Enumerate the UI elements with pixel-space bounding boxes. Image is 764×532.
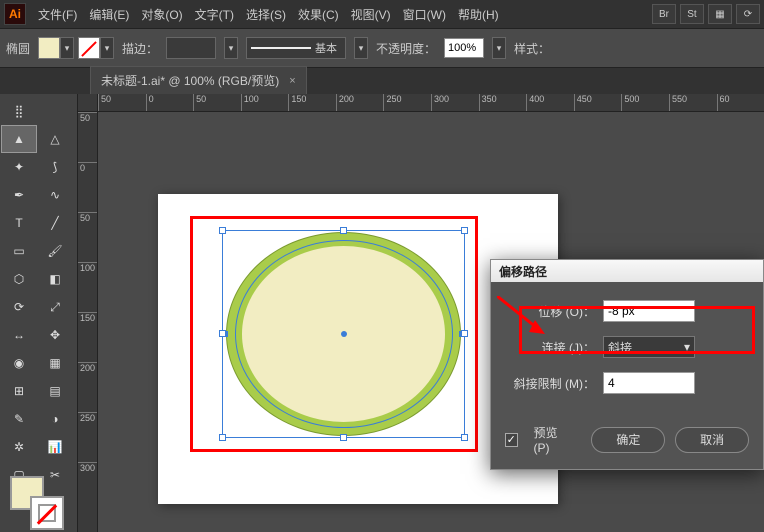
menu-window[interactable]: 窗口(W) xyxy=(397,2,452,27)
miter-input[interactable] xyxy=(603,372,695,394)
document-tab[interactable]: 未标题-1.ai* @ 100% (RGB/预览) × xyxy=(90,66,307,94)
magic-wand-tool[interactable]: ✦ xyxy=(2,154,36,180)
width-tool[interactable]: ↔ xyxy=(2,322,36,348)
chevron-down-icon: ▾ xyxy=(684,340,690,354)
preview-label: 预览 (P) xyxy=(534,424,572,455)
perspective-tool[interactable]: ▦ xyxy=(38,350,72,376)
join-label: 连接 (J)： xyxy=(505,339,595,356)
color-pickers[interactable] xyxy=(10,476,64,530)
menu-help[interactable]: 帮助(H) xyxy=(452,2,505,27)
menu-edit[interactable]: 编辑(E) xyxy=(83,2,135,27)
menu-select[interactable]: 选择(S) xyxy=(240,2,292,27)
shape-name-label: 椭圆 xyxy=(6,40,30,57)
scale-tool[interactable]: ⤢ xyxy=(38,294,72,320)
stock-button[interactable]: St xyxy=(680,4,704,24)
mesh-tool[interactable]: ⊞ xyxy=(2,378,36,404)
menu-object[interactable]: 对象(O) xyxy=(135,2,188,27)
bridge-button[interactable]: Br xyxy=(652,4,676,24)
pen-tool[interactable]: ✒ xyxy=(2,182,36,208)
stroke-weight-dropdown[interactable]: ▾ xyxy=(224,37,238,59)
shape-builder-tool[interactable]: ◉ xyxy=(2,350,36,376)
ok-button[interactable]: 确定 xyxy=(591,427,665,453)
ruler-vertical[interactable]: 50050100150200250300 xyxy=(78,112,98,532)
offset-input[interactable] xyxy=(603,300,695,322)
stroke-profile-dropdown[interactable]: ▾ xyxy=(354,37,368,59)
free-transform-tool[interactable]: ✥ xyxy=(38,322,72,348)
eraser-tool[interactable]: ◧ xyxy=(38,266,72,292)
selection-bounding-box xyxy=(222,230,465,438)
menu-view[interactable]: 视图(V) xyxy=(345,2,397,27)
offset-label: 位移 (O)： xyxy=(505,303,595,320)
fill-dropdown[interactable]: ▾ xyxy=(60,37,74,59)
stroke-label: 描边： xyxy=(122,40,158,57)
handle-ml[interactable] xyxy=(219,330,226,337)
symbol-sprayer-tool[interactable]: ✲ xyxy=(2,434,36,460)
blend-tool[interactable]: ◑ xyxy=(38,406,72,432)
stroke-weight-input[interactable] xyxy=(166,37,216,59)
control-bar: 椭圆 ▾ ▾ 描边： ▾ 基本 ▾ 不透明度： ▾ 样式： xyxy=(0,28,764,68)
handle-bm[interactable] xyxy=(340,434,347,441)
join-select[interactable]: 斜接▾ xyxy=(603,336,695,358)
stroke-dropdown[interactable]: ▾ xyxy=(100,37,114,59)
opacity-dropdown[interactable]: ▾ xyxy=(492,37,506,59)
selection-tool[interactable]: ▲ xyxy=(2,126,36,152)
type-tool[interactable]: T xyxy=(2,210,36,236)
opacity-label: 不透明度： xyxy=(376,40,436,57)
fill-swatch[interactable] xyxy=(38,37,60,59)
stroke-swatch[interactable] xyxy=(78,37,100,59)
tools-panel: ⣿ ▲ △ ✦ ⟆ ✒ ∿ T ╱ ▭ 🖌 ⬡ ◧ ⟳ ⤢ ↔ ✥ ◉ ▦ ⊞ … xyxy=(0,94,78,532)
graph-tool[interactable]: 📊 xyxy=(38,434,72,460)
handle-tl[interactable] xyxy=(219,227,226,234)
ruler-horizontal[interactable]: 5005010015020025030035040045050055060 xyxy=(98,94,764,112)
handle-tr[interactable] xyxy=(461,227,468,234)
direct-selection-tool[interactable]: △ xyxy=(38,126,72,152)
grabber-icon[interactable]: ⣿ xyxy=(2,98,36,124)
style-label: 样式： xyxy=(514,40,550,57)
shaper-tool[interactable]: ⬡ xyxy=(2,266,36,292)
eyedropper-tool[interactable]: ✎ xyxy=(2,406,36,432)
sync-button[interactable]: ⟳ xyxy=(736,4,760,24)
preview-checkbox[interactable]: ✓ xyxy=(505,433,518,447)
lasso-tool[interactable]: ⟆ xyxy=(38,154,72,180)
handle-tm[interactable] xyxy=(340,227,347,234)
cancel-button[interactable]: 取消 xyxy=(675,427,749,453)
miter-label: 斜接限制 (M)： xyxy=(505,375,595,392)
rectangle-tool[interactable]: ▭ xyxy=(2,238,36,264)
rotate-tool[interactable]: ⟳ xyxy=(2,294,36,320)
document-tabbar: 未标题-1.ai* @ 100% (RGB/预览) × xyxy=(0,68,764,94)
offset-path-dialog: 偏移路径 位移 (O)： 连接 (J)： 斜接▾ 斜接限制 (M)： ✓ 预览 … xyxy=(490,259,764,470)
menu-file[interactable]: 文件(F) xyxy=(32,2,83,27)
app-icon: Ai xyxy=(4,3,26,25)
close-icon[interactable]: × xyxy=(289,75,295,87)
line-tool[interactable]: ╱ xyxy=(38,210,72,236)
titlebar: Ai 文件(F) 编辑(E) 对象(O) 文字(T) 选择(S) 效果(C) 视… xyxy=(0,0,764,28)
ruler-origin[interactable] xyxy=(78,94,98,112)
menu-bar: 文件(F) 编辑(E) 对象(O) 文字(T) 选择(S) 效果(C) 视图(V… xyxy=(32,2,505,27)
paintbrush-tool[interactable]: 🖌 xyxy=(38,238,72,264)
handle-br[interactable] xyxy=(461,434,468,441)
stroke-color-picker[interactable] xyxy=(30,496,64,530)
handle-mr[interactable] xyxy=(461,330,468,337)
gradient-tool[interactable]: ▤ xyxy=(38,378,72,404)
stroke-profile[interactable]: 基本 xyxy=(246,37,346,59)
dialog-title[interactable]: 偏移路径 xyxy=(491,260,763,282)
document-tab-title: 未标题-1.ai* @ 100% (RGB/预览) xyxy=(101,72,279,89)
arrange-button[interactable]: ▦ xyxy=(708,4,732,24)
curvature-tool[interactable]: ∿ xyxy=(38,182,72,208)
opacity-input[interactable] xyxy=(444,38,484,58)
menu-effect[interactable]: 效果(C) xyxy=(292,2,345,27)
handle-bl[interactable] xyxy=(219,434,226,441)
menu-type[interactable]: 文字(T) xyxy=(189,2,240,27)
